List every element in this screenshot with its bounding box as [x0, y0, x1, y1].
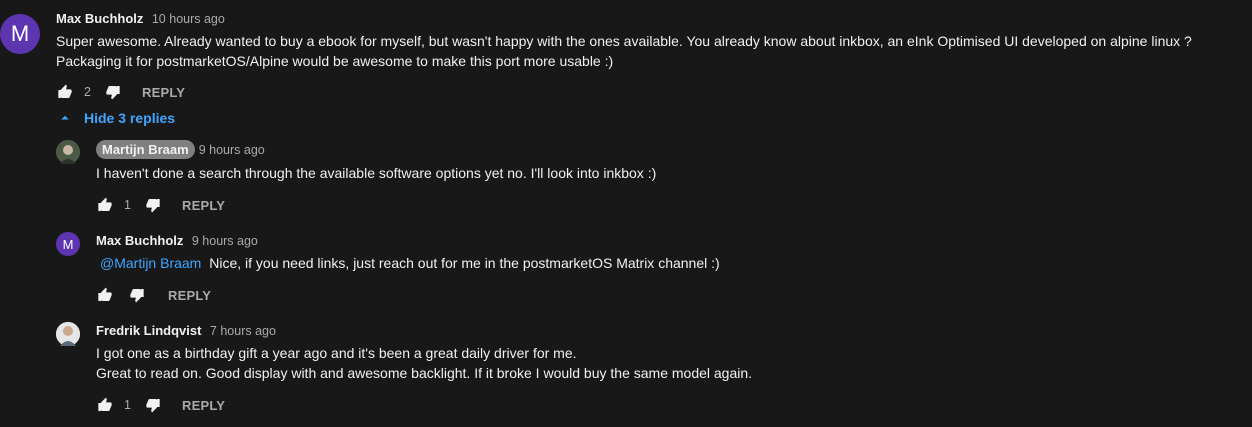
- mention-link[interactable]: @Martijn Braam: [100, 255, 201, 271]
- reply-actions: 1 REPLY: [96, 193, 225, 217]
- reply-actions: REPLY: [96, 283, 211, 307]
- avatar-photo-icon: [56, 322, 80, 346]
- reply-text: I haven't done a search through the avai…: [96, 165, 657, 181]
- comment-text-line-2: Packaging it for postmarketOS/Alpine wou…: [56, 53, 614, 69]
- reply-actions: 1 REPLY: [96, 393, 225, 417]
- reply-header: Fredrik Lindqvist 7 hours ago: [96, 322, 276, 340]
- reply-header: Max Buchholz 9 hours ago: [96, 232, 258, 250]
- avatar[interactable]: [56, 322, 80, 346]
- comment-author[interactable]: Max Buchholz: [56, 11, 143, 26]
- hide-replies-button[interactable]: Hide 3 replies: [56, 109, 175, 127]
- reply-text-body: Nice, if you need links, just reach out …: [209, 255, 720, 271]
- reply-author[interactable]: Max Buchholz: [96, 233, 183, 248]
- reply-button[interactable]: REPLY: [142, 85, 185, 100]
- reply-text: @Martijn Braam Nice, if you need links, …: [100, 253, 720, 273]
- comment-actions: 2 REPLY: [56, 80, 185, 104]
- comment-text-line-1: Super awesome. Already wanted to buy a e…: [56, 33, 1192, 49]
- reply-header: Martijn Braam 9 hours ago: [96, 140, 265, 159]
- thumbs-down-icon[interactable]: [144, 196, 162, 214]
- avatar[interactable]: M: [56, 232, 80, 256]
- like-count: 2: [84, 85, 91, 99]
- reply-author[interactable]: Fredrik Lindqvist: [96, 323, 201, 338]
- thumbs-up-icon[interactable]: [56, 83, 74, 101]
- thumbs-down-icon[interactable]: [144, 396, 162, 414]
- reply-author-creator-badge[interactable]: Martijn Braam: [96, 140, 195, 159]
- reply-timestamp[interactable]: 9 hours ago: [199, 143, 265, 157]
- reply-timestamp[interactable]: 9 hours ago: [192, 234, 258, 248]
- reply-button[interactable]: REPLY: [182, 198, 225, 213]
- avatar-letter: M: [10, 21, 30, 46]
- reply-timestamp[interactable]: 7 hours ago: [210, 324, 276, 338]
- reply-text-line-2: Great to read on. Good display with and …: [96, 365, 753, 381]
- comment-header: Max Buchholz 10 hours ago: [56, 10, 225, 28]
- comment-timestamp[interactable]: 10 hours ago: [152, 12, 225, 26]
- reply-button[interactable]: REPLY: [168, 288, 211, 303]
- thumbs-down-icon[interactable]: [104, 83, 122, 101]
- thumbs-down-icon[interactable]: [128, 286, 146, 304]
- reply-button[interactable]: REPLY: [182, 398, 225, 413]
- avatar-letter: M: [62, 236, 74, 252]
- hide-replies-label: Hide 3 replies: [84, 110, 176, 126]
- caret-up-icon: [61, 115, 69, 120]
- avatar-photo-icon: [56, 140, 80, 164]
- avatar[interactable]: [56, 140, 80, 164]
- thumbs-up-icon[interactable]: [96, 286, 114, 304]
- thumbs-up-icon[interactable]: [96, 196, 114, 214]
- like-count: 1: [124, 398, 131, 412]
- reply-text-line-1: I got one as a birthday gift a year ago …: [96, 345, 577, 361]
- thumbs-up-icon[interactable]: [96, 396, 114, 414]
- avatar[interactable]: M: [0, 14, 40, 54]
- like-count: 1: [124, 198, 131, 212]
